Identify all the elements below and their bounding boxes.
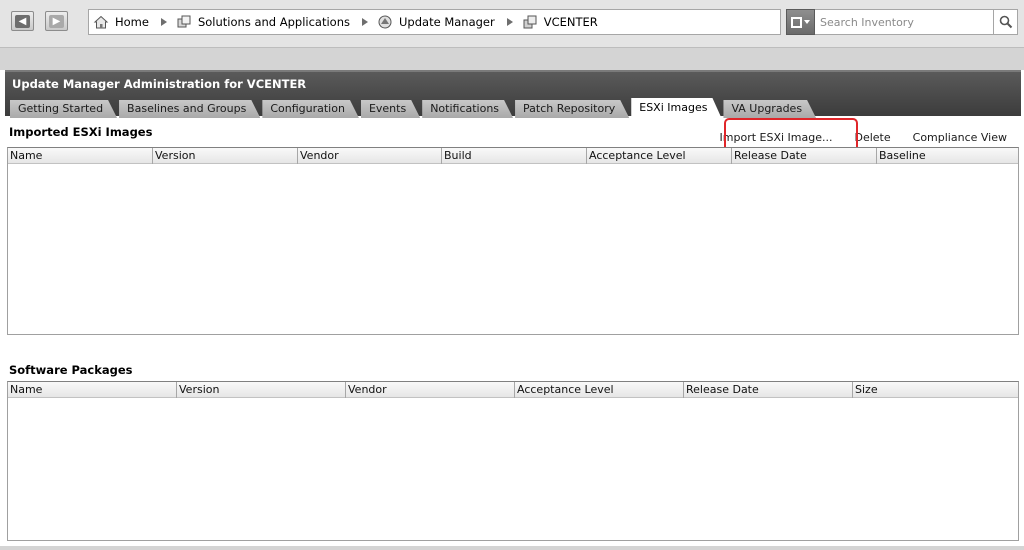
tab-esxi-images[interactable]: ESXi Images [631,98,721,118]
column-header-version[interactable]: Version [177,382,346,398]
breadcrumb-separator-icon [160,18,167,26]
column-header-version[interactable]: Version [153,148,298,164]
column-header-release-date[interactable]: Release Date [732,148,877,164]
page-title: Update Manager Administration for VCENTE… [12,77,307,91]
column-header-release-date[interactable]: Release Date [684,382,853,398]
search-input[interactable] [815,9,994,35]
back-arrow-icon: ◀ [15,14,30,28]
breadcrumb-separator-icon [362,18,369,26]
search-scope-dropdown[interactable] [786,9,815,35]
column-header-acceptance-level[interactable]: Acceptance Level [587,148,732,164]
breadcrumb-vcenter[interactable]: VCENTER [522,14,598,30]
imported-images-heading: Imported ESXi Images [9,125,153,139]
imported-images-table: Name Version Vendor Build Acceptance Lev… [7,147,1019,335]
search-bar [786,9,1018,35]
software-packages-table: Name Version Vendor Acceptance Level Rel… [7,381,1019,541]
tab-configuration[interactable]: Configuration [262,100,359,118]
column-header-size[interactable]: Size [853,382,1018,398]
column-header-acceptance-level[interactable]: Acceptance Level [515,382,684,398]
solutions-icon [177,15,191,28]
tab-baselines-and-groups[interactable]: Baselines and Groups [119,100,260,118]
breadcrumb-update-manager[interactable]: Update Manager [377,14,495,30]
bottom-border [0,546,1024,550]
table-header: Name Version Vendor Acceptance Level Rel… [8,382,1018,398]
table-header: Name Version Vendor Build Acceptance Lev… [8,148,1018,164]
tab-getting-started[interactable]: Getting Started [10,100,117,118]
breadcrumb-home[interactable]: Home [93,14,149,30]
column-header-vendor[interactable]: Vendor [346,382,515,398]
breadcrumb-separator-icon [506,18,513,26]
back-button[interactable]: ◀ [11,11,34,31]
breadcrumb-solutions[interactable]: Solutions and Applications [176,14,350,30]
admin-panel-header: Update Manager Administration for VCENTE… [5,70,1021,116]
tab-bar: Getting Started Baselines and Groups Con… [10,98,818,118]
toolbar-separator-band [0,48,1024,70]
compliance-view-link[interactable]: Compliance View [913,131,1007,144]
tab-events[interactable]: Events [361,100,420,118]
column-header-build[interactable]: Build [442,148,587,164]
update-manager-icon [378,15,392,29]
home-icon [93,15,109,29]
forward-button[interactable]: ▶ [45,11,68,31]
inventory-scope-icon [791,16,802,28]
software-packages-heading: Software Packages [9,363,133,377]
chevron-down-icon [804,20,810,24]
tab-notifications[interactable]: Notifications [422,100,513,118]
breadcrumb: Home Solutions and Applications Update M… [88,9,781,35]
column-header-baseline[interactable]: Baseline [877,148,1018,164]
tab-va-upgrades[interactable]: VA Upgrades [723,100,816,118]
search-icon [999,15,1012,29]
top-toolbar: ◀ ▶ Home Solutions and Applications Upda… [0,0,1024,48]
column-header-name[interactable]: Name [8,148,153,164]
column-header-name[interactable]: Name [8,382,177,398]
forward-arrow-icon: ▶ [49,14,64,28]
tab-patch-repository[interactable]: Patch Repository [515,100,629,118]
column-header-vendor[interactable]: Vendor [298,148,442,164]
vcenter-icon [523,15,537,29]
search-button[interactable] [994,9,1018,35]
delete-link[interactable]: Delete [854,131,890,144]
